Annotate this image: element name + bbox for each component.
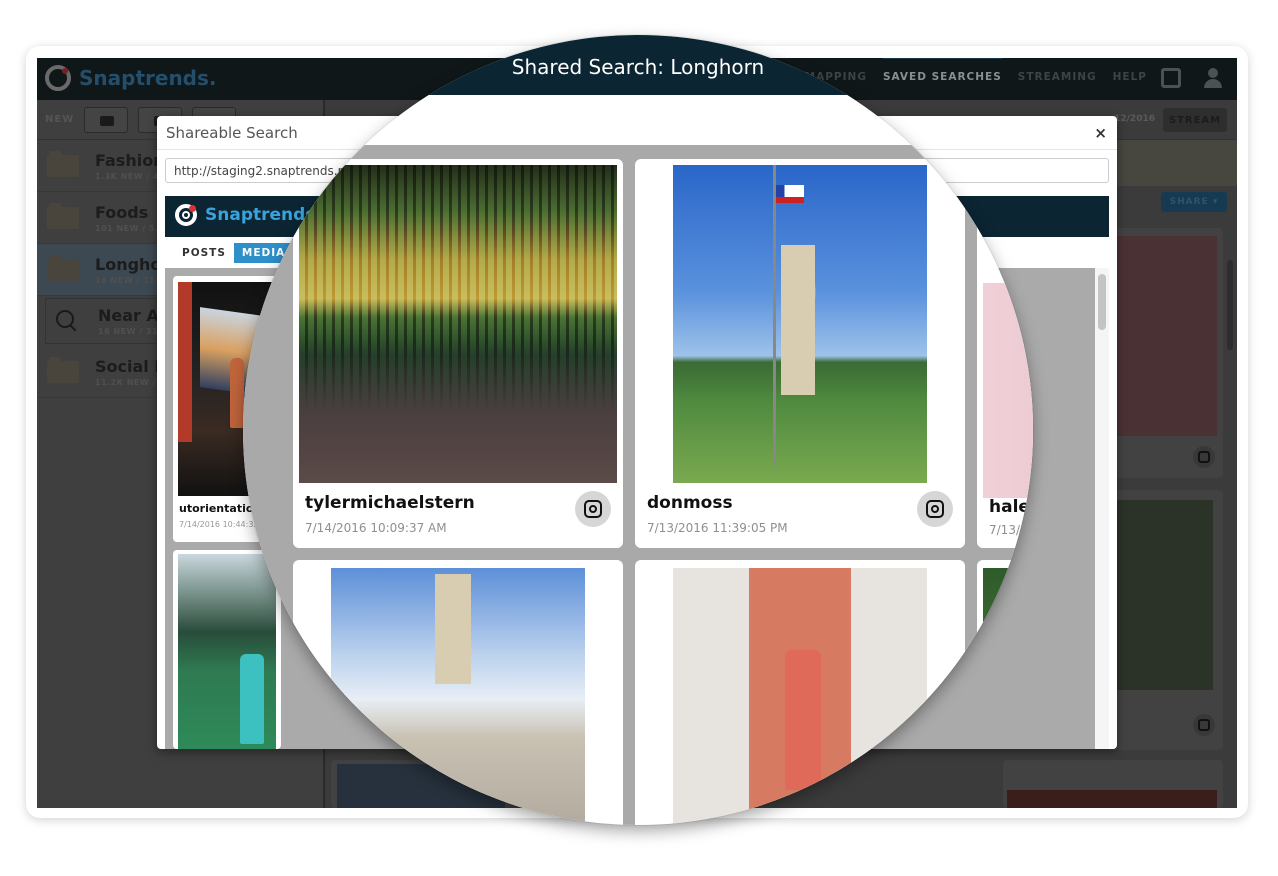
result-photo	[1113, 236, 1217, 436]
share-button[interactable]: SHARE ▾	[1161, 192, 1227, 212]
dialog-title: Shareable Search	[166, 124, 298, 142]
date-range: 12/2016	[1114, 114, 1155, 124]
media-card-hale[interactable]: hale... 7/13/...	[977, 159, 1033, 548]
new-label: NEW	[45, 114, 75, 125]
media-card[interactable]	[293, 560, 623, 825]
instagram-icon	[1193, 714, 1215, 736]
media-card-donmoss[interactable]: donmoss 7/13/2016 11:39:05 PM	[635, 159, 965, 548]
folder-icon	[100, 115, 115, 126]
tab-posts[interactable]: POSTS	[174, 243, 234, 263]
media-photo	[983, 568, 1033, 788]
instagram-icon[interactable]	[575, 491, 611, 527]
folder-icon	[47, 150, 79, 177]
media-username: tylermichaelstern	[305, 493, 475, 513]
media-card[interactable]	[635, 560, 965, 825]
user-icon[interactable]	[1203, 68, 1223, 88]
shared-search-title: Shared Search: Longhorn	[511, 55, 765, 79]
media-photo	[299, 165, 617, 483]
result-photo	[1113, 500, 1213, 690]
result-photo	[1007, 790, 1217, 808]
search-icon	[56, 310, 78, 332]
media-photo	[673, 165, 927, 483]
media-username: hale...	[989, 497, 1033, 517]
result-card[interactable]	[1003, 760, 1223, 808]
instagram-icon	[1193, 446, 1215, 468]
media-card-tylermichaelstern[interactable]: tylermichaelstern 7/14/2016 10:09:37 AM	[293, 159, 623, 548]
media-scrollbar-thumb[interactable]	[1098, 274, 1106, 330]
share-label: SHARE	[1169, 197, 1209, 207]
results-scrollbar[interactable]	[1227, 260, 1233, 350]
new-folder-button[interactable]	[84, 106, 129, 133]
media-timestamp: 7/13/...	[989, 523, 1032, 537]
media-scrollbar-track[interactable]	[1095, 268, 1109, 749]
folder-icon	[47, 202, 79, 229]
result-card[interactable]	[1107, 490, 1223, 750]
media-photo	[983, 283, 1033, 498]
snaptrends-logo-icon	[45, 65, 71, 91]
close-icon[interactable]: ×	[1094, 124, 1107, 142]
result-card[interactable]	[1107, 228, 1223, 478]
brand-name: Snaptrends.	[79, 66, 217, 90]
media-timestamp: 7/13/2016 11:39:05 PM	[647, 521, 788, 535]
stream-button[interactable]: STREAM	[1163, 108, 1227, 132]
brand[interactable]: Snaptrends.	[45, 65, 217, 91]
media-photo	[673, 568, 927, 825]
media-timestamp: 7/14/2016 10:09:37 AM	[305, 521, 447, 535]
folder-icon	[47, 356, 79, 383]
folder-icon	[47, 254, 79, 281]
instagram-icon[interactable]	[917, 491, 953, 527]
media-username: donmoss	[647, 493, 733, 513]
media-card[interactable]	[977, 560, 1033, 825]
media-photo	[331, 568, 585, 825]
snaptrends-logo-icon	[175, 204, 197, 226]
magnifier-overlay: Shared Search: Longhorn tylermichaelster…	[243, 35, 1033, 825]
nav-help[interactable]: HELP	[1113, 71, 1147, 83]
inbox-icon[interactable]	[1161, 68, 1181, 88]
